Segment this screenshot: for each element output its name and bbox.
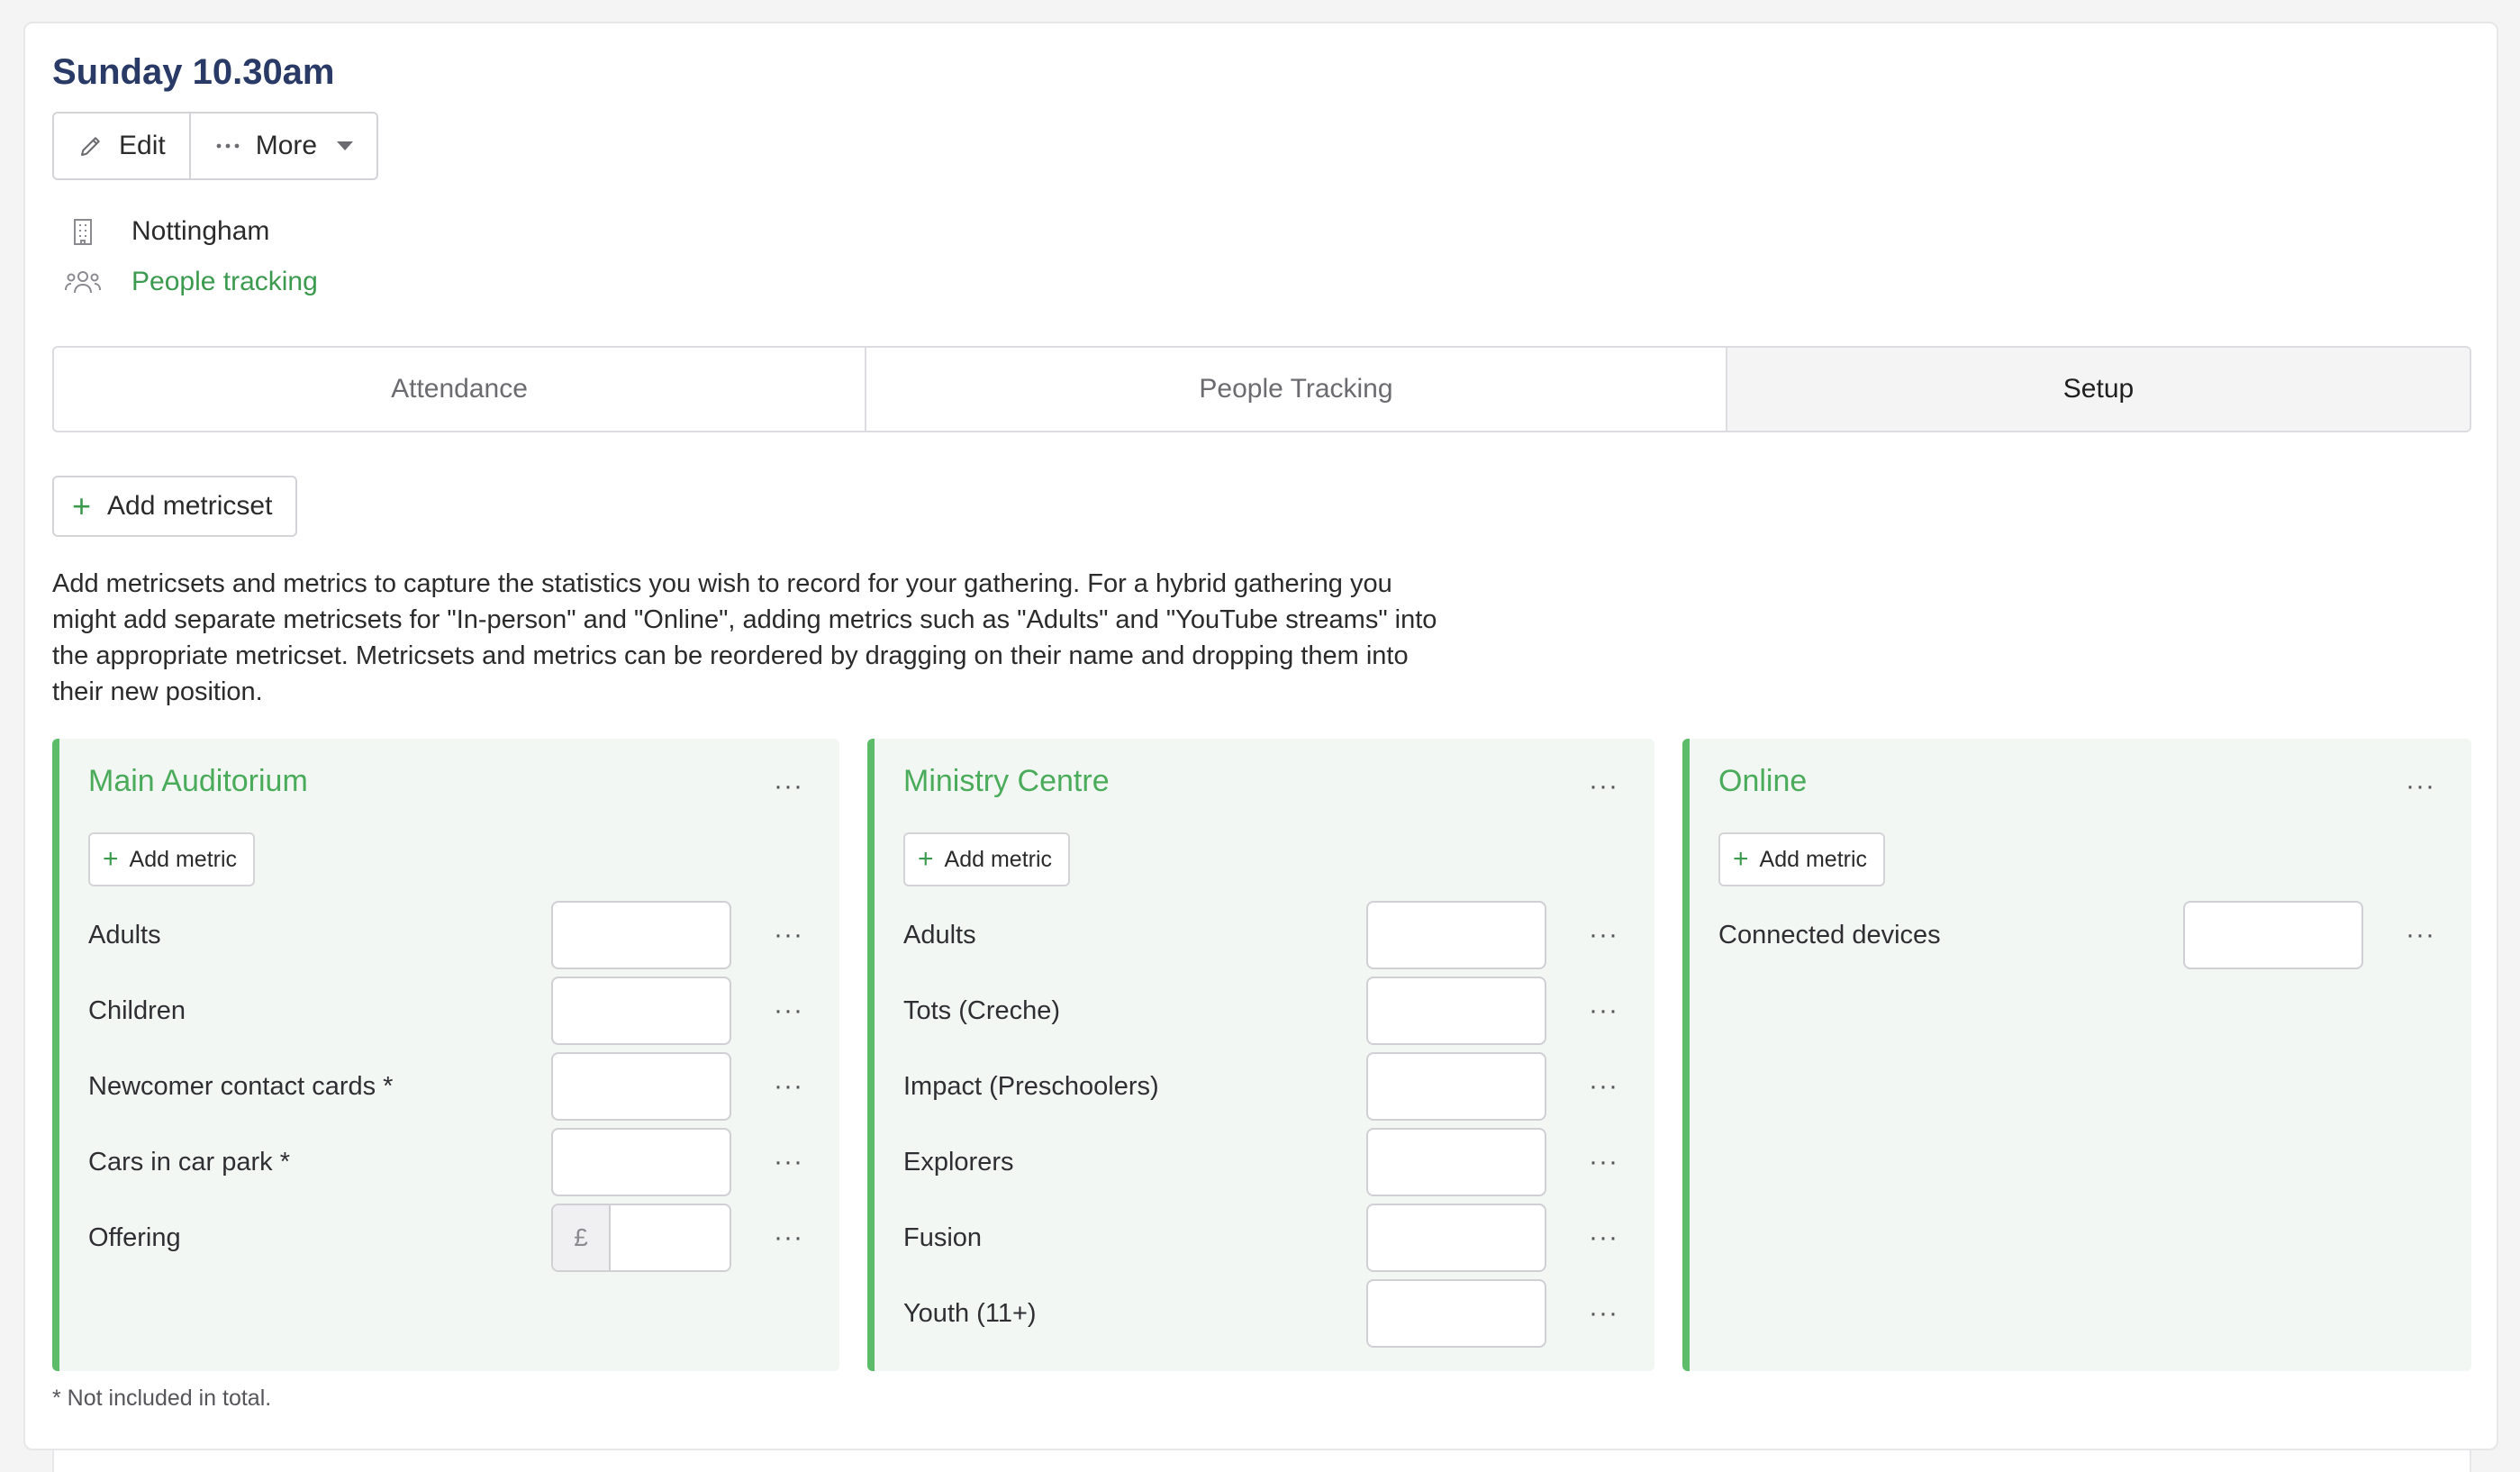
metric-menu-icon[interactable]: ··· [731, 1147, 803, 1177]
plus-icon: + [72, 487, 92, 524]
metricset-online: Online ··· + Add metric Connected device… [1682, 739, 2471, 1371]
metric-label[interactable]: Impact (Preschoolers) [903, 1072, 1366, 1102]
metricset-main-auditorium: Main Auditorium ··· + Add metric Adults … [52, 739, 839, 1371]
metric-label[interactable]: Adults [903, 921, 1366, 950]
setup-help-text: Add metricsets and metrics to capture th… [52, 569, 1437, 706]
metric-menu-icon[interactable]: ··· [2363, 920, 2435, 950]
metric-menu-icon[interactable]: ··· [731, 920, 803, 950]
next-card-edge [52, 1450, 2471, 1472]
people-tracking-link[interactable]: People tracking [131, 267, 318, 297]
metricset-title[interactable]: Ministry Centre [903, 764, 1110, 799]
metric-label[interactable]: Newcomer contact cards * [88, 1072, 551, 1102]
tab-attendance[interactable]: Attendance [54, 348, 865, 431]
add-metric-label: Add metric [944, 846, 1053, 872]
metric-value-input[interactable] [1366, 977, 1546, 1045]
metric-label[interactable]: Connected devices [1718, 921, 2183, 950]
offering-amount-input[interactable] [611, 1205, 730, 1270]
metric-menu-icon[interactable]: ··· [731, 995, 803, 1026]
metricset-title[interactable]: Online [1718, 764, 1807, 799]
add-metric-button[interactable]: + Add metric [903, 832, 1071, 886]
plus-icon: + [103, 844, 119, 874]
metric-label[interactable]: Adults [88, 921, 551, 950]
metric-row: Adults ··· [88, 901, 803, 969]
metric-value-input[interactable] [1366, 1052, 1546, 1121]
location-row: Nottingham [65, 216, 269, 247]
more-button[interactable]: More [188, 114, 376, 178]
metric-value-input[interactable] [2183, 901, 2363, 969]
metric-row: Impact (Preschoolers) ··· [903, 1052, 1618, 1121]
location-text: Nottingham [131, 216, 270, 246]
metric-menu-icon[interactable]: ··· [1546, 1147, 1618, 1177]
metric-row: Cars in car park * ··· [88, 1128, 803, 1196]
metric-value-input[interactable] [551, 1052, 731, 1121]
ellipsis-icon [214, 141, 241, 150]
metric-row: Connected devices ··· [1718, 901, 2435, 969]
metric-row: Tots (Creche) ··· [903, 977, 1618, 1045]
metric-row: Fusion ··· [903, 1204, 1618, 1272]
metric-row: Offering £ ··· [88, 1204, 803, 1272]
add-metric-button[interactable]: + Add metric [1718, 832, 1886, 886]
metric-label[interactable]: Children [88, 996, 551, 1026]
metric-menu-icon[interactable]: ··· [1546, 1298, 1618, 1329]
metric-label[interactable]: Tots (Creche) [903, 996, 1366, 1026]
metric-value-input[interactable] [1366, 1128, 1546, 1196]
metric-label[interactable]: Fusion [903, 1223, 1366, 1253]
pencil-icon [77, 132, 104, 159]
metric-row: Youth (11+) ··· [903, 1279, 1618, 1348]
metric-row: Adults ··· [903, 901, 1618, 969]
action-button-group: Edit More [52, 112, 379, 180]
footnote: * Not included in total. [52, 1386, 272, 1411]
metricset-menu-icon[interactable]: ··· [2406, 771, 2435, 802]
tab-bar: Attendance People Tracking Setup [52, 346, 2471, 432]
edit-button[interactable]: Edit [54, 114, 189, 178]
metric-value-input[interactable] [551, 901, 731, 969]
metricset-menu-icon[interactable]: ··· [1589, 771, 1618, 802]
building-icon [65, 217, 101, 246]
plus-icon: + [918, 844, 934, 874]
metricset-menu-icon[interactable]: ··· [774, 771, 803, 802]
metric-label[interactable]: Explorers [903, 1148, 1366, 1177]
metric-menu-icon[interactable]: ··· [1546, 1071, 1618, 1102]
people-tracking-row: People tracking [65, 267, 318, 297]
add-metricset-button[interactable]: + Add metricset [52, 476, 298, 537]
edit-button-label: Edit [119, 131, 166, 160]
metricset-title[interactable]: Main Auditorium [88, 764, 308, 799]
chevron-down-icon [337, 141, 354, 150]
people-group-icon [65, 268, 101, 295]
metric-row: Explorers ··· [903, 1128, 1618, 1196]
metric-menu-icon[interactable]: ··· [1546, 1222, 1618, 1253]
add-metric-label: Add metric [1759, 846, 1868, 872]
metric-menu-icon[interactable]: ··· [731, 1071, 803, 1102]
metric-value-input[interactable] [1366, 1279, 1546, 1348]
metricset-ministry-centre: Ministry Centre ··· + Add metric Adults … [867, 739, 1654, 1371]
metric-value-input[interactable] [1366, 1204, 1546, 1272]
tab-people-tracking[interactable]: People Tracking [865, 348, 1726, 431]
currency-input-group: £ [551, 1204, 731, 1272]
plus-icon: + [1733, 844, 1749, 874]
metric-row: Children ··· [88, 977, 803, 1045]
metric-label[interactable]: Offering [88, 1223, 551, 1253]
metric-row: Newcomer contact cards * ··· [88, 1052, 803, 1121]
metric-label[interactable]: Cars in car park * [88, 1148, 551, 1177]
metric-value-input[interactable] [551, 977, 731, 1045]
tab-setup[interactable]: Setup [1726, 348, 2470, 431]
metric-menu-icon[interactable]: ··· [731, 1222, 803, 1253]
metric-value-input[interactable] [551, 1128, 731, 1196]
page-title: Sunday 10.30am [52, 52, 335, 92]
metric-menu-icon[interactable]: ··· [1546, 920, 1618, 950]
metric-value-input[interactable] [1366, 901, 1546, 969]
metric-menu-icon[interactable]: ··· [1546, 995, 1618, 1026]
metric-label[interactable]: Youth (11+) [903, 1299, 1366, 1329]
currency-symbol: £ [553, 1205, 611, 1270]
add-metricset-label: Add metricset [107, 491, 273, 521]
more-button-label: More [255, 131, 318, 160]
add-metric-label: Add metric [129, 846, 238, 872]
add-metric-button[interactable]: + Add metric [88, 832, 256, 886]
